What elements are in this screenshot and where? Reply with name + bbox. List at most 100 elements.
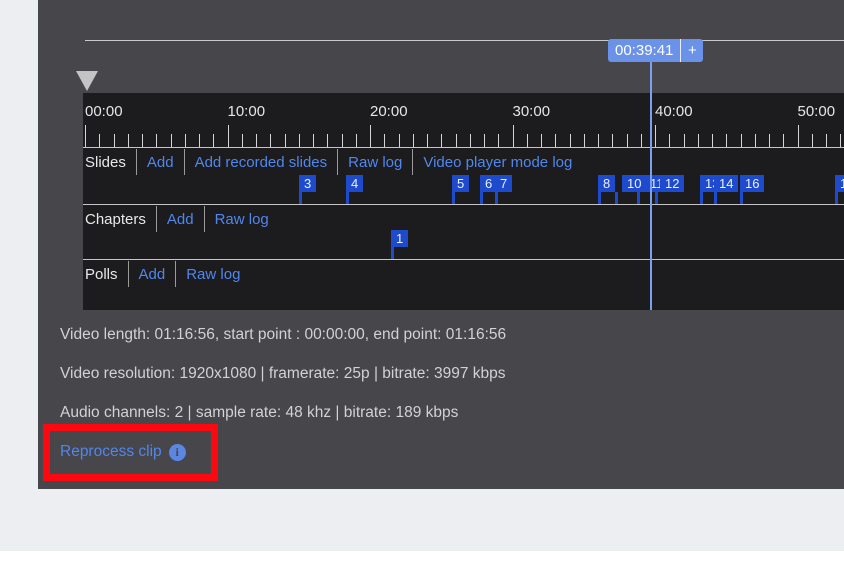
ruler-minor-tick <box>541 134 542 147</box>
ruler-minor-tick <box>469 134 471 147</box>
chapters-label-bar: Chapters Add Raw log <box>83 206 844 232</box>
slides-marker-17[interactable]: 17 <box>835 175 844 192</box>
slides-marker-12[interactable]: 12 <box>660 175 685 192</box>
ruler-minor-tick <box>313 134 314 147</box>
ruler-major-tick <box>370 125 371 147</box>
reprocess-clip-link[interactable]: Reprocess clip i <box>60 443 186 461</box>
ruler-major-tick <box>227 125 229 147</box>
slides-marker-pole <box>835 192 838 204</box>
video-length-info: Video length: 01:16:56, start point : 00… <box>60 326 507 343</box>
slides-marker-14[interactable]: 14 <box>714 175 739 192</box>
ruler: 00:00 10:00 20:00 30:00 40:00 50:00 <box>83 93 844 148</box>
ruler-time-label: 40:00 <box>655 103 693 120</box>
ruler-minor-tick <box>441 134 443 147</box>
slides-marker-10[interactable]: 10 <box>622 175 647 192</box>
clip-editor-panel: 00:39:41 + 00:00 10:00 20:00 30:00 40:00 50:0… <box>38 0 844 489</box>
ruler-time-label: 20:00 <box>370 103 408 120</box>
slides-label-bar: Slides Add Add recorded slides Raw log Video… <box>83 149 844 175</box>
ruler-minor-tick <box>284 134 286 147</box>
slides-marker-pole <box>480 192 483 204</box>
info-icon[interactable]: i <box>168 443 186 461</box>
playhead-time-badge[interactable]: 00:39:41 + <box>608 39 704 62</box>
slides-marker-7[interactable]: 7 <box>495 175 513 192</box>
ruler-time-label: 50:00 <box>797 103 836 120</box>
chapters-link-raw-log[interactable]: Raw log <box>203 206 279 232</box>
slides-marker-3[interactable]: 3 <box>299 175 317 192</box>
chapters-marker-pole <box>391 247 394 259</box>
chapters-marker-1[interactable]: 1 <box>391 230 409 247</box>
ruler-minor-tick <box>327 134 329 147</box>
ruler-time-label: 10:00 <box>227 103 266 120</box>
slides-marker-pole <box>615 192 618 204</box>
ruler-minor-tick <box>241 134 243 147</box>
ruler-minor-tick <box>669 134 671 147</box>
ruler-minor-tick <box>754 134 756 147</box>
ruler-minor-tick <box>213 134 215 147</box>
playhead-line[interactable] <box>650 62 652 310</box>
ruler-minor-tick <box>569 134 571 147</box>
ruler-time-label: 00:00 <box>85 103 123 120</box>
slides-marker-pole <box>637 192 640 204</box>
ruler-minor-tick <box>769 134 770 147</box>
playhead-time-label: 00:39:41 <box>615 42 674 59</box>
trim-start-marker-icon[interactable] <box>76 71 98 91</box>
slides-marker-pole <box>495 192 498 204</box>
chapters-link-add[interactable]: Add <box>155 206 204 232</box>
ruler-minor-tick <box>598 134 599 147</box>
ruler-minor-tick <box>355 134 357 147</box>
screen: 00:39:41 + 00:00 10:00 20:00 30:00 40:00 50:0… <box>0 0 844 574</box>
audio-info: Audio channels: 2 | sample rate: 48 khz … <box>60 404 459 421</box>
slides-marker-pole <box>740 192 743 204</box>
ruler-minor-tick <box>683 134 685 147</box>
ruler-minor-tick <box>840 134 842 147</box>
ruler-minor-tick <box>427 134 428 147</box>
ruler-minor-tick <box>341 134 343 147</box>
ruler-minor-tick <box>712 134 713 147</box>
slides-link-video-player-mode-log[interactable]: Video player mode log <box>412 149 582 175</box>
slides-link-add-recorded-slides[interactable]: Add recorded slides <box>183 149 338 175</box>
track-polls: Polls Add Raw log <box>83 261 844 310</box>
ruler-minor-tick <box>170 134 172 147</box>
slides-marker-5[interactable]: 5 <box>452 175 470 192</box>
ruler-minor-tick <box>298 134 300 147</box>
slides-marker-pole <box>714 192 717 204</box>
ruler-minor-tick <box>811 134 813 147</box>
track-slides: Slides Add Add recorded slides Raw log Video… <box>83 149 844 205</box>
track-chapters: Chapters Add Raw log 1 <box>83 206 844 260</box>
slides-marker-8[interactable]: 8 <box>598 175 616 192</box>
ruler-minor-tick <box>697 134 699 147</box>
timeline: 00:00 10:00 20:00 30:00 40:00 50:00 Slides Add… <box>83 93 844 310</box>
ruler-minor-tick <box>726 134 728 147</box>
slides-marker-pole <box>598 192 601 204</box>
slides-marker-4[interactable]: 4 <box>346 175 364 192</box>
ruler-minor-tick <box>612 134 614 147</box>
video-resolution-info: Video resolution: 1920x1080 | framerate:… <box>60 365 506 382</box>
slides-marker-pole <box>299 192 302 204</box>
ruler-major-tick <box>655 125 656 147</box>
polls-link-raw-log[interactable]: Raw log <box>175 261 250 287</box>
ruler-minor-tick <box>412 134 414 147</box>
ruler-minor-tick <box>113 134 115 147</box>
track-title-polls: Polls <box>85 265 118 283</box>
ruler-minor-tick <box>142 134 143 147</box>
slides-marker-pole <box>346 192 349 204</box>
ruler-minor-tick <box>398 134 400 147</box>
ruler-minor-tick <box>270 134 272 147</box>
ruler-time-label: 30:00 <box>512 103 551 120</box>
slides-link-add[interactable]: Add <box>135 149 184 175</box>
ruler-major-tick <box>85 125 86 147</box>
ruler-minor-tick <box>583 134 585 147</box>
ruler-minor-tick <box>498 134 500 147</box>
slides-marker-16[interactable]: 16 <box>740 175 765 192</box>
ruler-minor-tick <box>826 134 827 147</box>
slides-marker-pole <box>452 192 455 204</box>
seek-track-line[interactable] <box>85 40 844 41</box>
ruler-minor-tick <box>783 134 785 147</box>
polls-link-add[interactable]: Add <box>127 261 176 287</box>
ruler-minor-tick <box>626 134 628 147</box>
slides-marker-pole <box>655 192 658 204</box>
ruler-major-tick <box>797 125 799 147</box>
add-at-playhead-button[interactable]: + <box>681 39 703 62</box>
slides-link-raw-log[interactable]: Raw log <box>337 149 412 175</box>
ruler-minor-tick <box>455 134 457 147</box>
